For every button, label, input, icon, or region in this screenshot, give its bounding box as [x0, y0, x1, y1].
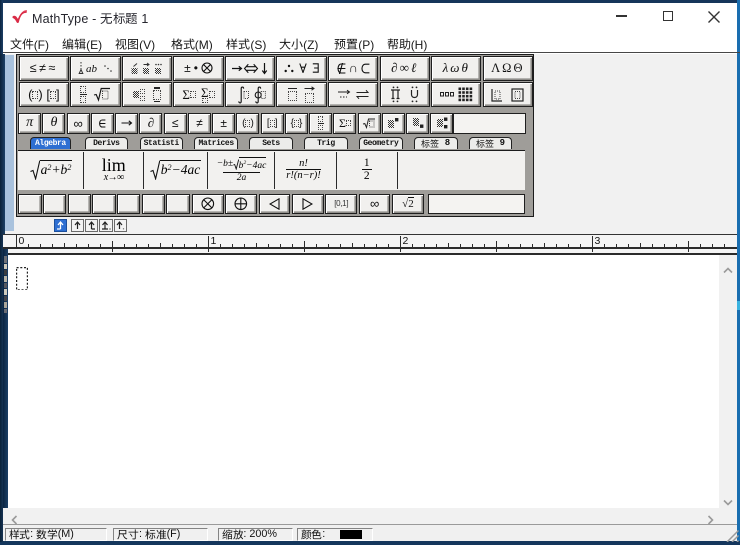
svg-text:ab: ab — [86, 63, 98, 75]
